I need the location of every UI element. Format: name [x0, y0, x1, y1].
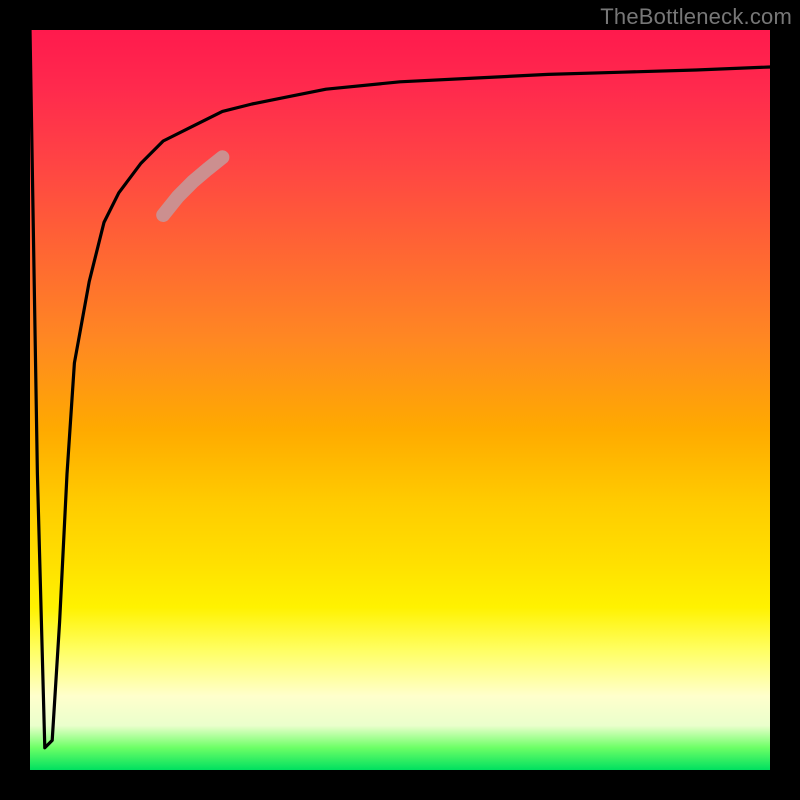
highlight-segment [163, 157, 222, 215]
bottleneck-curve-line [30, 30, 770, 748]
chart-svg [30, 30, 770, 770]
watermark-text: TheBottleneck.com [600, 4, 792, 30]
chart-container: TheBottleneck.com [0, 0, 800, 800]
